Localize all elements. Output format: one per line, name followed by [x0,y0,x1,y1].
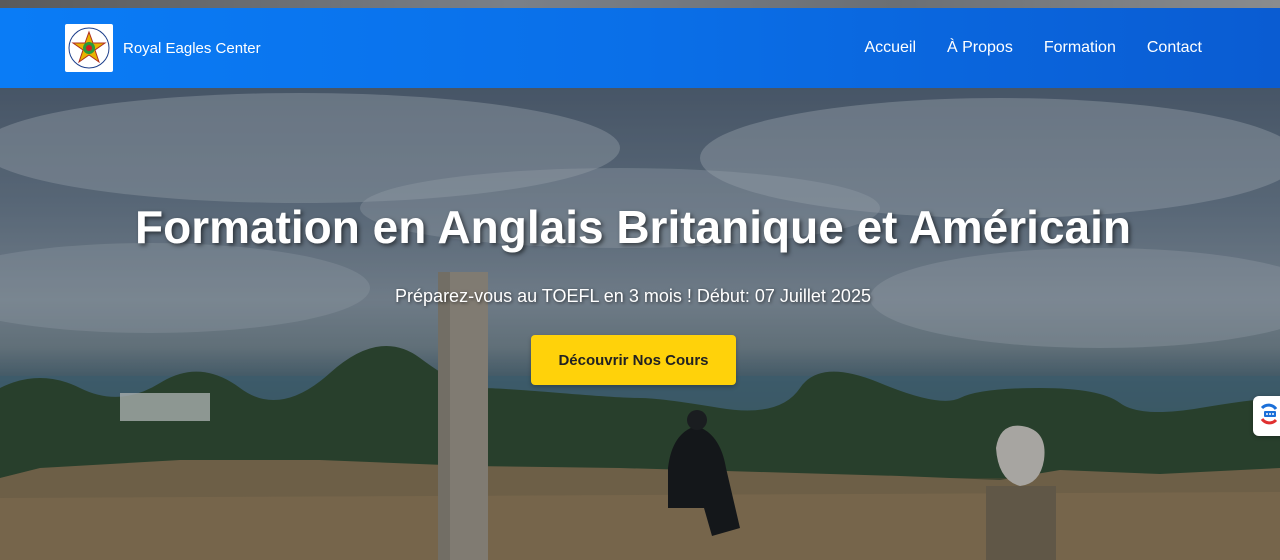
brand-name: Royal Eagles Center [123,39,261,57]
discover-courses-button[interactable]: Découvrir Nos Cours [531,335,736,385]
nav-link-a-propos[interactable]: À Propos [947,39,1013,57]
brand[interactable]: Royal Eagles Center [65,24,261,72]
hero-section: Formation en Anglais Britanique et Améri… [0,88,1280,560]
logo-icon [65,24,113,72]
translate-icon [1258,401,1280,432]
nav-link-formation[interactable]: Formation [1044,39,1116,57]
nav-link-contact[interactable]: Contact [1147,39,1202,57]
translate-widget[interactable] [1253,396,1280,436]
main-nav: Accueil À Propos Formation Contact [864,39,1215,57]
hero-subtitle: Préparez-vous au TOEFL en 3 mois ! Début… [395,286,871,306]
nav-link-accueil[interactable]: Accueil [864,39,916,57]
hero-title: Formation en Anglais Britanique et Améri… [135,201,1131,253]
hero-overlay [0,88,1280,560]
navbar: Royal Eagles Center Accueil À Propos For… [0,8,1280,88]
top-strip [0,0,1280,8]
